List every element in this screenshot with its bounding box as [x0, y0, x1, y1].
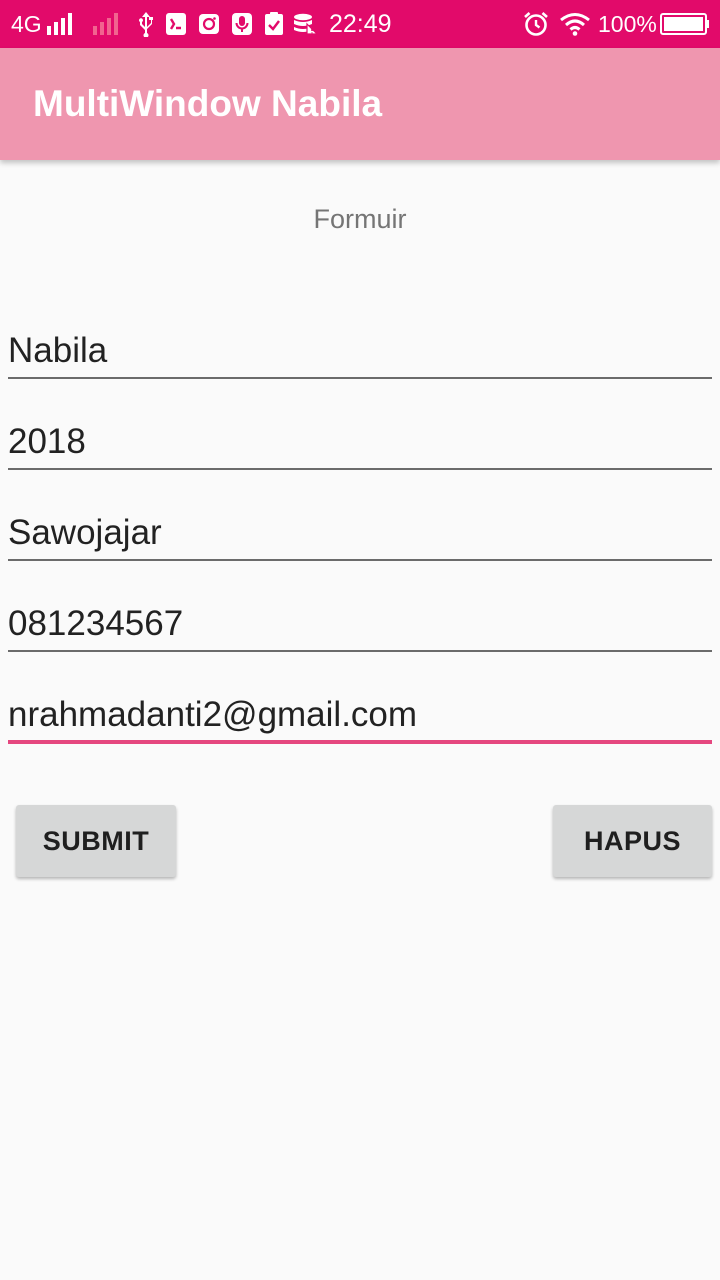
- address-field-underline: [8, 559, 712, 561]
- storage-icon: [293, 0, 317, 48]
- network-type: 4G: [11, 0, 42, 48]
- address-field[interactable]: Sawojajar: [8, 513, 712, 553]
- battery-icon: [660, 0, 710, 48]
- battery-label: 100%: [598, 10, 657, 37]
- email-field[interactable]: nrahmadanti2@gmail.com: [8, 695, 712, 735]
- battery-percent: 100%: [598, 0, 657, 48]
- notification-icon: [165, 0, 187, 48]
- phone-field[interactable]: 081234567: [8, 604, 712, 644]
- app-title: MultiWindow Nabila: [33, 83, 383, 124]
- name-field[interactable]: Nabila: [8, 331, 712, 371]
- signal-weak-icon: [93, 0, 121, 48]
- clock-time: 22:49: [329, 9, 392, 38]
- submit-button[interactable]: SUBMIT: [16, 805, 176, 877]
- wifi-icon: [560, 0, 590, 48]
- clear-button[interactable]: HAPUS: [553, 805, 712, 877]
- app-bar: MultiWindow Nabila: [0, 48, 720, 160]
- submit-button-label: SUBMIT: [42, 825, 150, 856]
- instagram-icon: [198, 0, 220, 48]
- status-bar: 4G 22:49 100%: [0, 0, 720, 48]
- usb-icon: [137, 0, 155, 48]
- name-field-underline: [8, 377, 712, 379]
- network-type-label: 4G: [11, 10, 42, 37]
- form-label: Formuir: [313, 204, 407, 234]
- year-field[interactable]: 2018: [8, 422, 712, 462]
- checkbox-icon: [264, 0, 284, 48]
- signal-icon: [47, 0, 73, 48]
- clock: 22:49: [329, 0, 392, 48]
- email-field-underline: [8, 740, 712, 744]
- phone-field-underline: [8, 650, 712, 652]
- mic-icon: [231, 0, 253, 48]
- alarm-icon: [523, 0, 549, 48]
- year-field-underline: [8, 468, 712, 470]
- clear-button-label: HAPUS: [583, 825, 681, 856]
